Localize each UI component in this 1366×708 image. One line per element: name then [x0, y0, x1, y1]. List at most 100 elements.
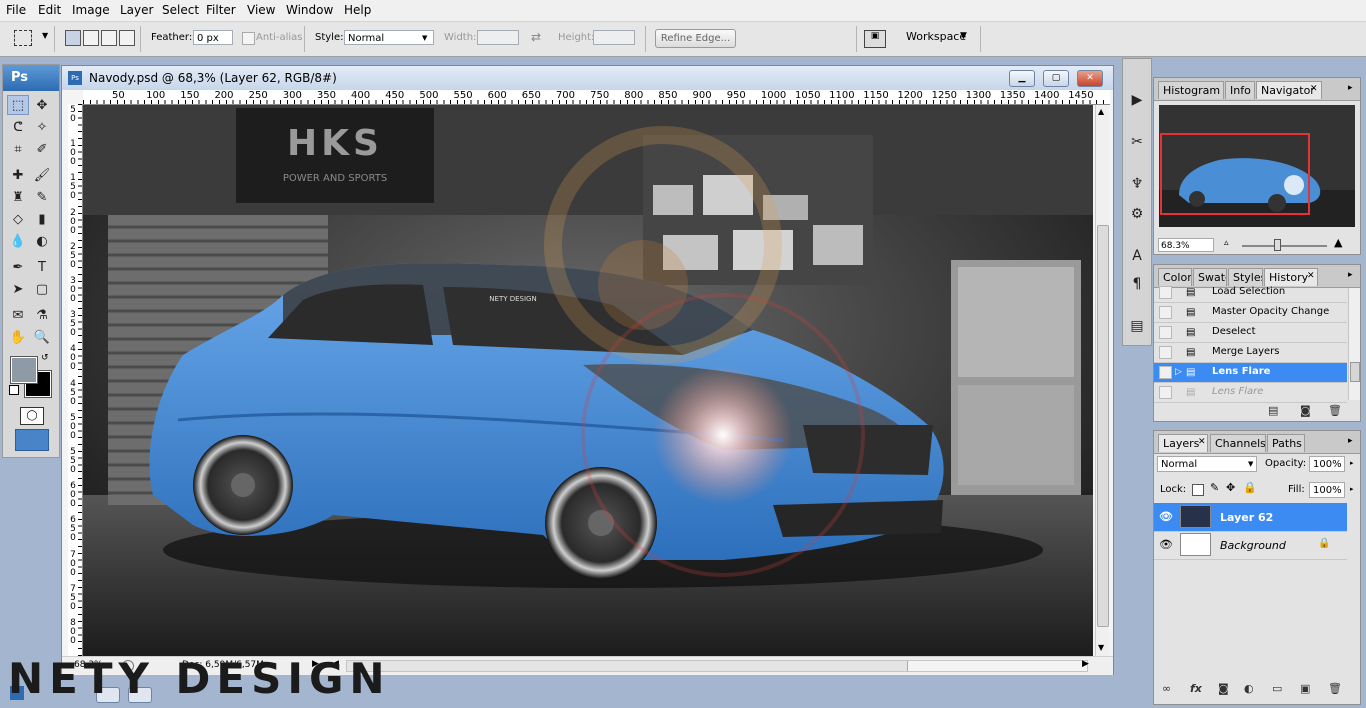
history-snapshot-checkbox[interactable] [1159, 346, 1172, 359]
layer-row[interactable]: 👁 Background 🔒 [1154, 531, 1347, 560]
ps-logo[interactable]: Ps [3, 65, 59, 91]
lock-image-icon[interactable]: ✎ [1210, 481, 1219, 494]
type-tool-icon[interactable]: T [31, 257, 53, 277]
history-item[interactable]: ▤ Lens Flare [1154, 383, 1347, 403]
path-selection-tool-icon[interactable]: ➤ [7, 279, 29, 299]
tab-channels[interactable]: Channels [1210, 434, 1266, 452]
horizontal-scrollbar[interactable] [346, 660, 1088, 672]
lock-all-icon[interactable]: 🔒 [1243, 481, 1257, 494]
new-group-icon[interactable]: ▭ [1272, 682, 1282, 695]
character-icon[interactable]: A [1126, 245, 1148, 267]
zoom-tool-icon[interactable]: 🔍 [31, 327, 53, 347]
lock-position-icon[interactable]: ✥ [1226, 481, 1235, 494]
shape-tool-icon[interactable]: ▢ [31, 279, 53, 299]
notes-tool-icon[interactable]: ✉ [7, 305, 29, 325]
zoom-in-icon[interactable]: ▲ [1334, 236, 1342, 249]
hscroll-thumb[interactable] [347, 661, 908, 671]
refine-edge-button[interactable]: Refine Edge... [655, 29, 736, 48]
fill-arrow-icon[interactable]: ▸ [1350, 485, 1354, 493]
scroll-thumb[interactable] [1350, 362, 1360, 382]
menu-help[interactable]: Help [344, 3, 371, 17]
history-brush-tool-icon[interactable]: ✎ [31, 187, 53, 207]
dodge-tool-icon[interactable]: ◐ [31, 231, 53, 251]
history-item[interactable]: ▤ Load Selection [1154, 283, 1347, 303]
history-snapshot-checkbox[interactable] [1159, 306, 1172, 319]
history-scrollbar[interactable] [1348, 288, 1360, 400]
opacity-arrow-icon[interactable]: ▸ [1350, 459, 1354, 467]
eraser-tool-icon[interactable]: ◇ [7, 209, 29, 229]
move-tool-icon[interactable]: ✥ [31, 95, 53, 115]
trash-icon[interactable]: 🗑 [1328, 404, 1342, 417]
zoom-slider[interactable] [1242, 245, 1327, 247]
screen-mode-icon[interactable] [15, 429, 49, 451]
zoom-out-icon[interactable]: ▵ [1224, 238, 1229, 248]
blend-mode-select[interactable]: Normal [1157, 456, 1257, 472]
history-snapshot-checkbox[interactable] [1159, 366, 1172, 379]
menu-edit[interactable]: Edit [38, 3, 61, 17]
marquee-tool-preset-icon[interactable] [14, 30, 32, 46]
tab-histogram[interactable]: Histogram [1158, 81, 1224, 99]
blur-tool-icon[interactable]: 💧 [7, 231, 29, 251]
fill-input[interactable]: 100% [1309, 482, 1345, 498]
layer-style-icon[interactable]: fx [1190, 682, 1202, 695]
add-to-selection-icon[interactable] [83, 30, 99, 46]
close-button[interactable]: ✕ [1077, 70, 1103, 87]
menu-layer[interactable]: Layer [120, 3, 153, 17]
new-document-from-state-icon[interactable]: ▤ [1268, 404, 1278, 417]
width-input[interactable] [477, 30, 519, 45]
new-layer-icon[interactable]: ▣ [1300, 682, 1310, 695]
pen-tool-icon[interactable]: ✒ [7, 257, 29, 277]
tab-info[interactable]: Info [1225, 81, 1255, 99]
subtract-from-selection-icon[interactable] [101, 30, 117, 46]
lock-transparent-icon[interactable] [1192, 484, 1204, 496]
layer-comps-icon[interactable]: ▤ [1126, 315, 1148, 337]
panel-menu-icon[interactable]: ▸ [1348, 436, 1353, 446]
panel-menu-icon[interactable]: ▸ [1348, 83, 1353, 93]
document-title-bar[interactable]: Ps Navody.psd @ 68,3% (Layer 62, RGB/8#)… [62, 66, 1113, 90]
link-layers-icon[interactable]: ∞ [1162, 682, 1171, 695]
close-tab-icon[interactable]: ✕ [1310, 84, 1318, 94]
add-mask-icon[interactable]: ◙ [1218, 682, 1229, 695]
foreground-color-swatch[interactable] [10, 356, 38, 384]
bridge-icon[interactable]: ▣ [864, 30, 886, 48]
new-snapshot-icon[interactable]: ◙ [1300, 404, 1311, 417]
menu-select[interactable]: Select [162, 3, 199, 17]
history-snapshot-checkbox[interactable] [1159, 386, 1172, 399]
adjustment-layer-icon[interactable]: ◐ [1244, 682, 1254, 695]
anti-alias-checkbox[interactable] [242, 32, 255, 45]
height-input[interactable] [593, 30, 635, 45]
scroll-down-icon[interactable]: ▼ [1098, 643, 1104, 652]
history-item[interactable]: ▤ Master Opacity Change [1154, 303, 1347, 323]
opacity-input[interactable]: 100% [1309, 456, 1345, 472]
navigator-zoom-value[interactable]: 68.3% [1158, 238, 1214, 252]
menu-image[interactable]: Image [72, 3, 110, 17]
style-select[interactable]: Normal [344, 30, 434, 45]
brush-tool-icon[interactable]: 🖌 [31, 165, 53, 185]
intersect-selection-icon[interactable] [119, 30, 135, 46]
panel-menu-icon[interactable]: ▸ [1348, 270, 1353, 280]
close-tab-icon[interactable]: ✕ [1307, 271, 1315, 281]
crop-tool-icon[interactable]: ⌗ [7, 139, 29, 159]
swap-colors-icon[interactable]: ↺ [41, 353, 49, 363]
eye-icon[interactable]: 👁 [1159, 510, 1173, 523]
menu-filter[interactable]: Filter [206, 3, 236, 17]
close-tab-icon[interactable]: ✕ [1198, 437, 1206, 447]
scroll-up-icon[interactable]: ▲ [1098, 107, 1104, 116]
hand-tool-icon[interactable]: ✋ [7, 327, 29, 347]
eye-icon[interactable]: 👁 [1159, 538, 1173, 551]
hscroll-right-icon[interactable]: ▶ [1082, 659, 1089, 669]
paragraph-icon[interactable]: ¶ [1126, 273, 1148, 295]
quick-mask-icon[interactable]: ◯ [20, 407, 44, 425]
zoom-slider-thumb[interactable] [1274, 239, 1281, 251]
rectangular-marquee-tool-icon[interactable]: ⬚ [7, 95, 29, 115]
feather-input[interactable]: 0 px [193, 30, 233, 45]
tool-presets-icon[interactable]: ✂ [1126, 131, 1148, 153]
trash-icon[interactable]: 🗑 [1328, 682, 1342, 695]
scroll-thumb[interactable] [1097, 225, 1109, 627]
eyedropper-tool-icon[interactable]: ⚗ [31, 305, 53, 325]
default-colors-icon[interactable] [9, 385, 19, 395]
new-selection-icon[interactable] [65, 30, 81, 46]
history-item-active[interactable]: ▷ ▤ Lens Flare [1154, 363, 1347, 383]
maximize-button[interactable]: ▢ [1043, 70, 1069, 87]
tab-paths[interactable]: Paths [1267, 434, 1305, 452]
